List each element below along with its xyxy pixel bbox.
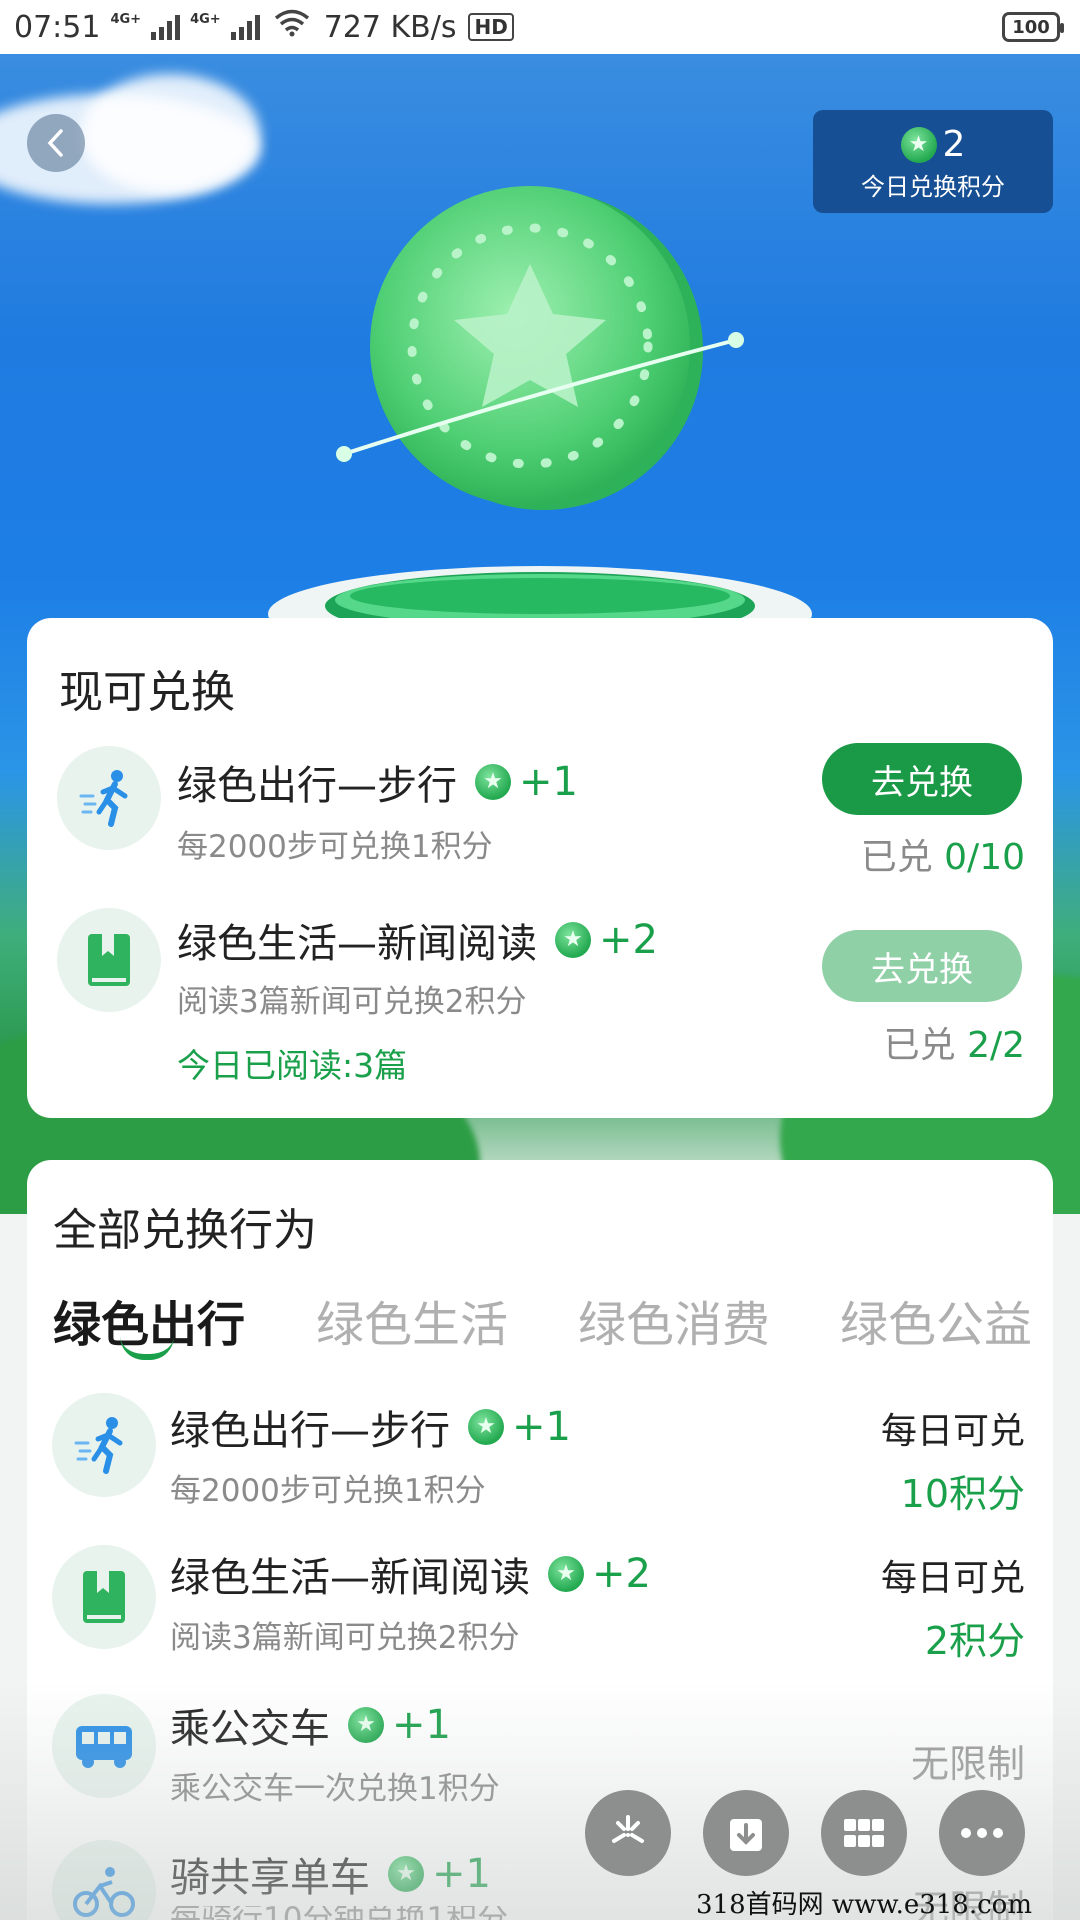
battery-level: 100 — [1012, 16, 1050, 38]
green-coin-icon — [475, 764, 511, 800]
item-description: 每骑行10分钟兑换1积分 — [170, 1906, 508, 1920]
sparkle-icon — [612, 1815, 644, 1843]
item-points: +1 — [432, 1851, 491, 1897]
redeemed-value: 2/2 — [967, 1025, 1025, 1066]
item-title-text: 绿色生活—新闻阅读 — [177, 921, 537, 967]
read-count-note: 今日已阅读:3篇 — [177, 1046, 408, 1085]
green-coin-icon — [548, 1556, 584, 1592]
available-item-title: 绿色出行—步行 +1 — [177, 753, 578, 811]
green-coin-icon — [555, 922, 591, 958]
redeemed-progress: 已兑 2/2 — [884, 1016, 1025, 1068]
cloud-decoration — [80, 74, 260, 194]
exchange-button-reading[interactable]: 去兑换 — [822, 930, 1022, 1002]
signal-icon-1 — [151, 14, 181, 40]
item-description: 阅读3篇新闻可兑换2积分 — [170, 1620, 520, 1656]
download-icon — [730, 1819, 762, 1851]
item-title-text: 骑共享单车 — [170, 1855, 370, 1901]
wifi-icon — [274, 9, 310, 45]
available-title: 现可兑换 — [59, 667, 235, 718]
daily-limit-value: 2积分 — [924, 1619, 1025, 1663]
chevron-left-icon — [47, 129, 63, 157]
item-title-text: 绿色生活—新闻阅读 — [170, 1555, 530, 1601]
back-button[interactable] — [27, 114, 85, 172]
status-time: 07:51 — [14, 9, 101, 45]
download-button[interactable] — [703, 1790, 789, 1876]
redeemed-value: 0/10 — [944, 837, 1025, 878]
hd-icon: HD — [468, 13, 514, 41]
book-icon — [57, 908, 161, 1012]
available-exchange-card: 现可兑换 绿色出行—步行 +1 每2000步可兑换1积分 去兑换 已兑 0/10… — [27, 618, 1053, 1118]
walking-person-icon — [57, 746, 161, 850]
more-icon — [961, 1828, 1003, 1838]
daily-limit-label: 每日可兑 — [880, 1558, 1025, 1599]
today-points-label: 今日兑换积分 — [861, 173, 1005, 201]
today-points-value: 2 — [942, 124, 966, 165]
list-item-title: 乘公交车 +1 — [170, 1696, 451, 1754]
item-description: 阅读3篇新闻可兑换2积分 — [177, 984, 527, 1020]
item-points: +2 — [599, 917, 658, 963]
list-item-title: 绿色生活—新闻阅读 +2 — [170, 1545, 651, 1603]
today-points-box: 2 今日兑换积分 — [813, 110, 1053, 213]
redeemed-label: 已兑 — [860, 837, 933, 878]
sparkle-button[interactable] — [585, 1790, 671, 1876]
list-item-title: 绿色出行—步行 +1 — [170, 1398, 571, 1456]
tab-green-charity[interactable]: 绿色公益 — [840, 1285, 1032, 1355]
available-item-title: 绿色生活—新闻阅读 +2 — [177, 911, 658, 969]
book-icon — [52, 1545, 156, 1649]
item-description: 每2000步可兑换1积分 — [177, 829, 493, 865]
network-speed: 727 KB/s — [323, 9, 457, 45]
network-type-2: 4G+ — [190, 11, 221, 27]
item-points: +2 — [592, 1551, 651, 1597]
daily-limit-label: 每日可兑 — [880, 1411, 1025, 1452]
all-title: 全部兑换行为 — [53, 1205, 317, 1256]
daily-limit-value: 10积分 — [900, 1472, 1025, 1516]
item-title-text: 乘公交车 — [170, 1706, 330, 1752]
item-title-text: 绿色出行—步行 — [177, 763, 457, 809]
exchange-button-walking[interactable]: 去兑换 — [822, 743, 1022, 815]
more-options-button[interactable] — [939, 1790, 1025, 1876]
green-points-coin-illustration — [268, 186, 812, 674]
signal-icon-2 — [230, 14, 260, 40]
item-points: +1 — [392, 1702, 451, 1748]
item-points: +1 — [512, 1404, 571, 1450]
daily-limit-value: 无限制 — [910, 1742, 1025, 1786]
redeemed-label: 已兑 — [883, 1025, 956, 1066]
bus-icon — [52, 1694, 156, 1798]
walking-person-icon — [52, 1393, 156, 1497]
green-coin-icon — [388, 1856, 424, 1892]
list-item-title: 骑共享单车 +1 — [170, 1845, 491, 1903]
green-coin-icon — [348, 1707, 384, 1743]
redeemed-progress: 已兑 0/10 — [861, 828, 1025, 880]
green-coin-icon — [468, 1409, 504, 1445]
item-description: 乘公交车一次兑换1积分 — [170, 1771, 500, 1807]
tab-green-consumption[interactable]: 绿色消费 — [578, 1285, 770, 1355]
network-type-1: 4G+ — [110, 11, 142, 27]
tab-green-life[interactable]: 绿色生活 — [316, 1285, 508, 1355]
item-points: +1 — [519, 759, 578, 805]
green-coin-icon — [900, 126, 937, 163]
item-description: 每2000步可兑换1积分 — [170, 1473, 486, 1509]
grid-menu-button[interactable] — [821, 1790, 907, 1876]
grid-icon — [844, 1819, 884, 1847]
watermark-text: 318首码网 www.e318.com — [696, 1890, 1032, 1920]
item-title-text: 绿色出行—步行 — [170, 1408, 450, 1454]
status-bar: 07:51 4G+ 4G+ 727 KB/s HD 100 — [0, 0, 1080, 54]
battery-icon: 100 — [1002, 12, 1064, 42]
